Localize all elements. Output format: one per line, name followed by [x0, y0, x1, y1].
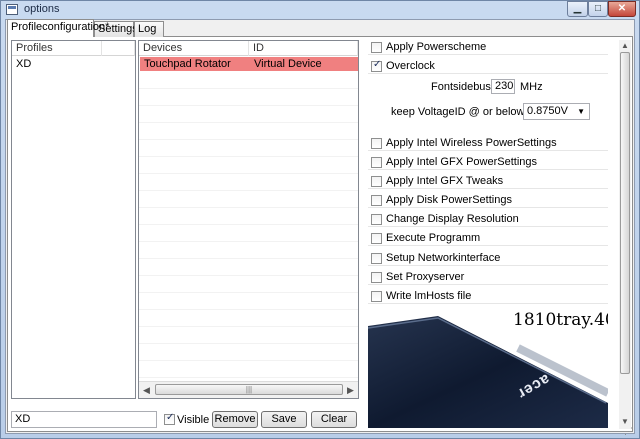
- option-apply-powerscheme[interactable]: Apply Powerscheme: [368, 40, 608, 55]
- option-label: Apply Intel GFX Tweaks: [386, 175, 504, 187]
- table-row[interactable]: Touchpad Rotator Virtual Device: [140, 57, 358, 71]
- tab-log[interactable]: Log: [134, 21, 164, 37]
- devices-list[interactable]: Devices ID Touchpad Rotator Virtual Devi…: [138, 40, 359, 399]
- netbook-image: 1810tray.40 acer: [368, 308, 608, 428]
- voltage-label: keep VoltageID @ or below: [391, 106, 525, 118]
- voltage-value: 0.8750V: [527, 105, 568, 117]
- vertical-scrollbar[interactable]: ▲ ▼: [619, 40, 631, 429]
- option-label: Apply Intel GFX PowerSettings: [386, 156, 538, 168]
- option-label: Write lmHosts file: [386, 290, 472, 302]
- maximize-button[interactable]: □: [588, 1, 608, 17]
- remove-button[interactable]: Remove: [212, 411, 258, 428]
- option-checkbox[interactable]: [371, 176, 382, 187]
- fsb-input[interactable]: 230: [491, 79, 515, 94]
- apply-powerscheme-label: Apply Powerscheme: [386, 41, 487, 53]
- overclock-label: Overclock: [386, 60, 435, 72]
- option-label: Set Proxyserver: [386, 271, 465, 283]
- option-item[interactable]: Apply Intel GFX PowerSettings: [368, 155, 608, 170]
- maximize-icon: □: [594, 3, 602, 14]
- option-item[interactable]: Apply Intel Wireless PowerSettings: [368, 136, 608, 151]
- overclock-checkbox[interactable]: [371, 59, 382, 72]
- option-checkbox[interactable]: [371, 291, 382, 302]
- profiles-column-spacer: [102, 41, 135, 56]
- option-item[interactable]: Write lmHosts file: [368, 289, 608, 304]
- window-app-icon: [6, 4, 18, 15]
- profile-item-xd[interactable]: XD: [16, 58, 31, 70]
- scroll-left-icon[interactable]: ◀: [143, 385, 150, 396]
- option-item[interactable]: Execute Programm: [368, 231, 608, 246]
- apply-powerscheme-checkbox[interactable]: [371, 42, 382, 53]
- fsb-label: Fontsidebus: [431, 81, 491, 93]
- profiles-column-header[interactable]: Profiles: [12, 41, 102, 56]
- clear-button[interactable]: Clear: [311, 411, 357, 428]
- resize-grip-icon[interactable]: ⋰: [624, 426, 633, 437]
- option-overclock[interactable]: Overclock: [368, 59, 608, 74]
- visible-label: Visible: [177, 414, 210, 426]
- minimize-icon: ▁: [573, 3, 582, 14]
- promo-caption: 1810tray.40: [513, 310, 608, 330]
- fsb-unit: MHz: [520, 81, 543, 93]
- visible-checkbox[interactable]: [164, 412, 175, 425]
- close-icon: ✕: [617, 3, 627, 14]
- device-name-cell: Touchpad Rotator: [144, 58, 231, 70]
- option-checkbox[interactable]: [371, 157, 382, 168]
- profile-name-input[interactable]: XD: [11, 411, 157, 428]
- horizontal-scrollbar[interactable]: ◀ ||| ▶: [139, 381, 358, 398]
- chevron-down-icon: ▼: [577, 107, 585, 116]
- option-checkbox[interactable]: [371, 233, 382, 244]
- option-checkbox[interactable]: [371, 214, 382, 225]
- device-id-cell: Virtual Device: [254, 58, 322, 70]
- voltage-dropdown[interactable]: 0.8750V ▼: [523, 103, 590, 120]
- option-label: Execute Programm: [386, 232, 481, 244]
- option-checkbox[interactable]: [371, 253, 382, 264]
- option-label: Change Display Resolution: [386, 213, 519, 225]
- option-checkbox[interactable]: [371, 138, 382, 149]
- minimize-button[interactable]: ▁: [567, 1, 588, 17]
- scroll-down-icon[interactable]: ▼: [621, 417, 629, 426]
- profiles-list[interactable]: Profiles XD: [11, 40, 136, 399]
- close-button[interactable]: ✕: [608, 1, 636, 17]
- option-label: Setup Networkinterface: [386, 252, 501, 264]
- option-checkbox[interactable]: [371, 272, 382, 283]
- option-item[interactable]: Apply Intel GFX Tweaks: [368, 174, 608, 189]
- devices-column-header[interactable]: Devices: [139, 41, 249, 56]
- scroll-right-icon[interactable]: ▶: [347, 385, 354, 396]
- save-button[interactable]: Save: [261, 411, 307, 428]
- horizontal-scroll-thumb[interactable]: |||: [155, 384, 343, 395]
- title-bar[interactable]: options ▁ □ ✕: [0, 0, 640, 19]
- tab-profileconfiguration[interactable]: Profileconfiguration*: [7, 19, 109, 37]
- option-item[interactable]: Set Proxyserver: [368, 270, 608, 285]
- option-label: Apply Intel Wireless PowerSettings: [386, 137, 557, 149]
- option-item[interactable]: Change Display Resolution: [368, 212, 608, 227]
- option-checkbox[interactable]: [371, 195, 382, 206]
- option-item[interactable]: Apply Disk PowerSettings: [368, 193, 608, 208]
- scroll-up-icon[interactable]: ▲: [621, 41, 629, 50]
- option-label: Apply Disk PowerSettings: [386, 194, 512, 206]
- vertical-scroll-thumb[interactable]: [620, 52, 630, 374]
- id-column-header[interactable]: ID: [249, 41, 358, 56]
- empty-rows: [139, 72, 358, 382]
- option-item[interactable]: Setup Networkinterface: [368, 251, 608, 266]
- devices-header: Devices ID: [139, 41, 358, 56]
- window-title: options: [24, 3, 60, 15]
- profiles-header: Profiles: [12, 41, 135, 56]
